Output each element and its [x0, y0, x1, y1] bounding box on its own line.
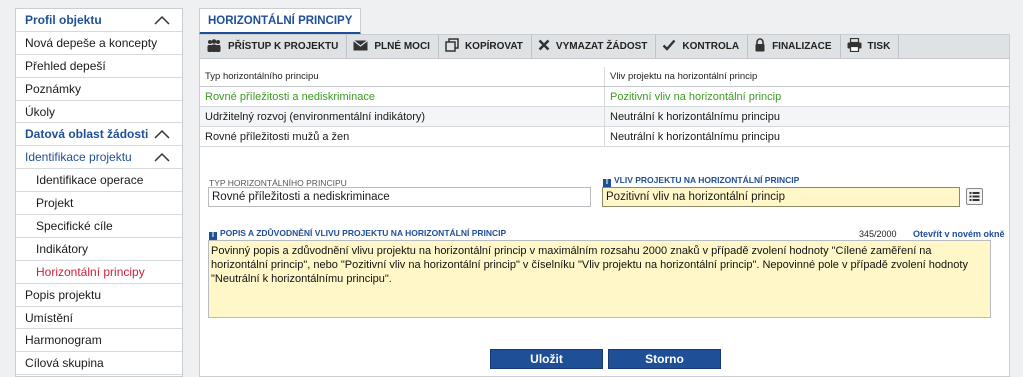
delete-application-button[interactable]: VYMAZAT ŽÁDOST	[532, 35, 657, 58]
sidebar-item-label: Identifikace operace	[36, 173, 144, 188]
sidebar-item-label: Cílová skupina	[25, 356, 104, 371]
app-root: Profil objektu Nová depeše a koncepty Př…	[0, 0, 1023, 377]
column-header-type[interactable]: Typ horizontálního principu	[200, 67, 605, 86]
finalize-label: FINALIZACE	[772, 41, 832, 52]
power-label: PLNÉ MOCI	[374, 41, 430, 52]
main-panel: PŘÍSTUP K PROJEKTU PLNÉ MOCI KOPÍROVAT V…	[199, 34, 1010, 377]
table-header: Typ horizontálního principu Vliv projekt…	[200, 67, 1009, 87]
list-icon	[967, 192, 982, 207]
sidebar-item-label: Specifické cíle	[36, 218, 113, 233]
sidebar-item-harmonogram[interactable]: Harmonogram	[16, 329, 182, 353]
sidebar-item-umisteni[interactable]: Umístění	[16, 307, 182, 330]
sidebar-nav: Profil objektu Nová depeše a koncepty Př…	[15, 8, 183, 377]
save-button[interactable]: Uložit	[490, 349, 603, 369]
type-field: Rovné příležitosti a nediskriminace	[208, 187, 591, 207]
table-cell-type: Udržitelný rozvoj (environmentální indik…	[200, 107, 605, 126]
info-icon: i	[603, 179, 611, 187]
sidebar-item-prehled-depesi[interactable]: Přehled depeší	[16, 55, 182, 78]
sidebar-item-label: Identifikace projektu	[25, 150, 132, 165]
principles-table: Typ horizontálního principu Vliv projekt…	[200, 67, 1009, 147]
impact-label-text: VLIV PROJEKTU NA HORIZONTÁLNÍ PRINCIP	[614, 175, 800, 185]
table-row[interactable]: Udržitelný rozvoj (environmentální indik…	[200, 107, 1009, 127]
sidebar-item-label: Nová depeše a koncepty	[25, 35, 158, 50]
sidebar-item-projekt[interactable]: Projekt	[16, 192, 182, 216]
list-picker-button[interactable]	[966, 188, 983, 205]
description-label: i POPIS A ZDŮVODNĚNÍ VLIVU PROJEKTU NA HO…	[209, 228, 506, 240]
table-cell-impact: Neutrální k horizontálnímu principu	[610, 130, 780, 143]
sidebar-item-label: Datová oblast žádosti	[25, 127, 149, 142]
sidebar-item-horizontalni-principy[interactable]: Horizontální principy	[16, 261, 182, 284]
copy-icon	[445, 38, 465, 55]
access-label: PŘÍSTUP K PROJEKTU	[228, 41, 339, 52]
copy-label: KOPÍROVAT	[464, 41, 523, 52]
column-header-impact[interactable]: Vliv projektu na horizontální princip	[605, 67, 1009, 86]
impact-label: i VLIV PROJEKTU NA HORIZONTÁLNÍ PRINCIP	[603, 175, 799, 187]
sidebar-item-identifikace-operace[interactable]: Identifikace operace	[16, 169, 182, 193]
sidebar-item-label: Úkoly	[25, 104, 56, 119]
sidebar-item-cilova-skupina[interactable]: Cílová skupina	[16, 352, 182, 376]
sidebar-item-label: Popis projektu	[25, 287, 102, 302]
info-icon: i	[209, 232, 217, 240]
chevron-up-icon[interactable]	[154, 129, 170, 139]
check-label: KONTROLA	[682, 41, 740, 52]
sidebar-section-profil-objektu[interactable]: Profil objektu	[16, 9, 182, 32]
chevron-up-icon[interactable]	[154, 152, 170, 162]
sidebar-item-label: Horizontální principy	[36, 264, 145, 279]
table-cell-type: Rovné příležitosti mužů a žen	[200, 127, 605, 146]
sidebar-item-label: Umístění	[25, 310, 74, 325]
power-of-attorney-button[interactable]: PLNÉ MOCI	[347, 35, 439, 58]
description-textarea[interactable]: Povinný popis a zdůvodnění vlivu projekt…	[208, 240, 991, 318]
sidebar-item-label: Poznámky	[25, 81, 82, 96]
access-button[interactable]: PŘÍSTUP K PROJEKTU	[200, 35, 348, 58]
finalize-button[interactable]: FINALIZACE	[748, 35, 841, 58]
cancel-button[interactable]: Storno	[608, 349, 721, 369]
sidebar-item-poznamky[interactable]: Poznámky	[16, 78, 182, 101]
description-label-text: POPIS A ZDŮVODNĚNÍ VLIVU PROJEKTU NA HOR…	[220, 228, 507, 238]
table-row[interactable]: Rovné příležitosti a nediskriminace Pozi…	[200, 87, 1009, 107]
sidebar-item-specificke-cile[interactable]: Specifické cíle	[16, 215, 182, 238]
open-in-new-window-link[interactable]: Otevřít v novém okně	[913, 229, 1005, 239]
sidebar-item-popis-projektu[interactable]: Popis projektu	[16, 284, 182, 307]
delete-label: VYMAZAT ŽÁDOST	[555, 41, 648, 52]
check-button[interactable]: KONTROLA	[656, 35, 749, 58]
users-icon	[206, 38, 228, 55]
close-icon	[538, 39, 556, 54]
sidebar-item-ukoly[interactable]: Úkoly	[16, 101, 182, 124]
toolbar: PŘÍSTUP K PROJEKTU PLNÉ MOCI KOPÍROVAT V…	[200, 35, 1009, 59]
sidebar-item-indikatory[interactable]: Indikátory	[16, 238, 182, 261]
table-cell-type: Rovné příležitosti a nediskriminace	[200, 87, 605, 106]
envelope-icon	[353, 39, 374, 54]
tab-horizontalni-principy[interactable]: HORIZONTÁLNÍ PRINCIPY	[199, 8, 362, 35]
sidebar-item-label: Projekt	[36, 196, 74, 211]
print-label: TISK	[867, 41, 891, 52]
checkmark-icon	[662, 39, 682, 54]
table-cell-impact: Neutrální k horizontálnímu principu	[610, 110, 780, 123]
sidebar-item-label: Harmonogram	[25, 333, 102, 348]
char-counter: 345/2000	[859, 229, 897, 239]
impact-select[interactable]: Pozitivní vliv na horizontální princip	[602, 187, 960, 207]
printer-icon	[847, 37, 868, 55]
sidebar-group-identifikace-projektu[interactable]: Identifikace projektu	[16, 146, 182, 170]
lock-icon	[754, 38, 772, 55]
sidebar-section-datova-oblast[interactable]: Datová oblast žádosti	[16, 123, 182, 147]
sidebar-item-label: Indikátory	[36, 241, 89, 256]
chevron-up-icon[interactable]	[154, 15, 170, 25]
sidebar-item-label: Přehled depeší	[25, 58, 106, 73]
table-cell-impact: Pozitivní vliv na horizontální princip	[610, 90, 782, 103]
tab-label: HORIZONTÁLNÍ PRINCIPY	[208, 14, 353, 27]
sidebar-item-label: Profil objektu	[25, 12, 102, 27]
table-row[interactable]: Rovné příležitosti mužů a žen Neutrální …	[200, 127, 1009, 147]
print-button[interactable]: TISK	[841, 35, 900, 58]
sidebar-item-nova-depese[interactable]: Nová depeše a koncepty	[16, 32, 182, 55]
copy-button[interactable]: KOPÍROVAT	[439, 35, 532, 58]
